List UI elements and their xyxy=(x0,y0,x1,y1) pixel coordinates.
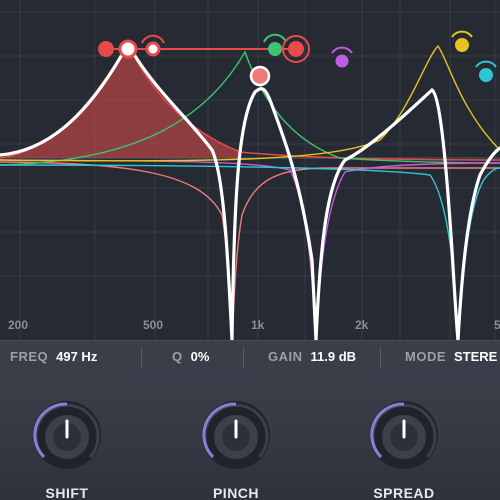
band-handle-salmon xyxy=(249,65,271,87)
band-handle-red-left xyxy=(98,41,114,57)
spread-knob[interactable] xyxy=(368,399,440,471)
grid-lines xyxy=(0,0,500,340)
divider xyxy=(141,347,142,369)
band-handle-purple xyxy=(331,46,353,69)
freq-axis-label: 1k xyxy=(251,318,265,332)
shift-knob-label: SHIFT xyxy=(45,485,89,500)
freq-value[interactable]: 497 Hz xyxy=(56,349,97,364)
band-salmon-curve xyxy=(0,161,500,340)
band-handle-red-selected xyxy=(118,39,138,59)
knob-dial-icon xyxy=(33,401,101,469)
q-value[interactable]: 0% xyxy=(191,349,210,364)
band-handle-cyan xyxy=(475,60,497,82)
combined-response-curve xyxy=(0,40,500,340)
mode-label: MODE xyxy=(405,349,446,364)
gain-param[interactable]: GAIN 11.9 dB xyxy=(268,349,356,364)
knob-panel: SHIFT PINCH SPREAD xyxy=(0,375,500,500)
pinch-knob[interactable] xyxy=(200,399,272,471)
freq-axis-label: 500 xyxy=(143,318,164,332)
divider xyxy=(243,347,244,369)
eq-graph[interactable]: 200 500 1k 2k 5 xyxy=(0,0,500,340)
freq-label: FREQ xyxy=(10,349,49,364)
shift-knob[interactable] xyxy=(31,399,103,471)
freq-axis-label: 200 xyxy=(8,318,29,332)
band-handle-red-width xyxy=(141,34,165,57)
mode-param[interactable]: MODE STERE xyxy=(405,349,497,364)
knob-dial-icon xyxy=(370,401,438,469)
freq-param[interactable]: FREQ 497 Hz xyxy=(10,349,97,364)
divider xyxy=(380,347,381,369)
band-purple-curve xyxy=(0,159,500,340)
eq-plugin-window: 200 500 1k 2k 5 FREQ 497 Hz Q 0% GAIN 11.9 … xyxy=(0,0,500,500)
gain-value[interactable]: 11.9 dB xyxy=(311,349,357,364)
freq-axis-label: 5 xyxy=(494,318,500,332)
band-handle-yellow xyxy=(451,30,473,52)
band-parameter-bar: FREQ 497 Hz Q 0% GAIN 11.9 dB MODE STERE xyxy=(0,340,500,376)
q-label: Q xyxy=(172,349,183,364)
knob-dial-icon xyxy=(202,401,270,469)
freq-axis-label: 2k xyxy=(355,318,369,332)
band-cyan-curve xyxy=(0,164,500,340)
mode-value[interactable]: STERE xyxy=(454,349,497,364)
pinch-knob-label: PINCH xyxy=(212,485,260,500)
gain-label: GAIN xyxy=(268,349,303,364)
q-param[interactable]: Q 0% xyxy=(172,349,209,364)
eq-curves xyxy=(0,0,500,340)
spread-knob-label: SPREAD xyxy=(373,485,435,500)
